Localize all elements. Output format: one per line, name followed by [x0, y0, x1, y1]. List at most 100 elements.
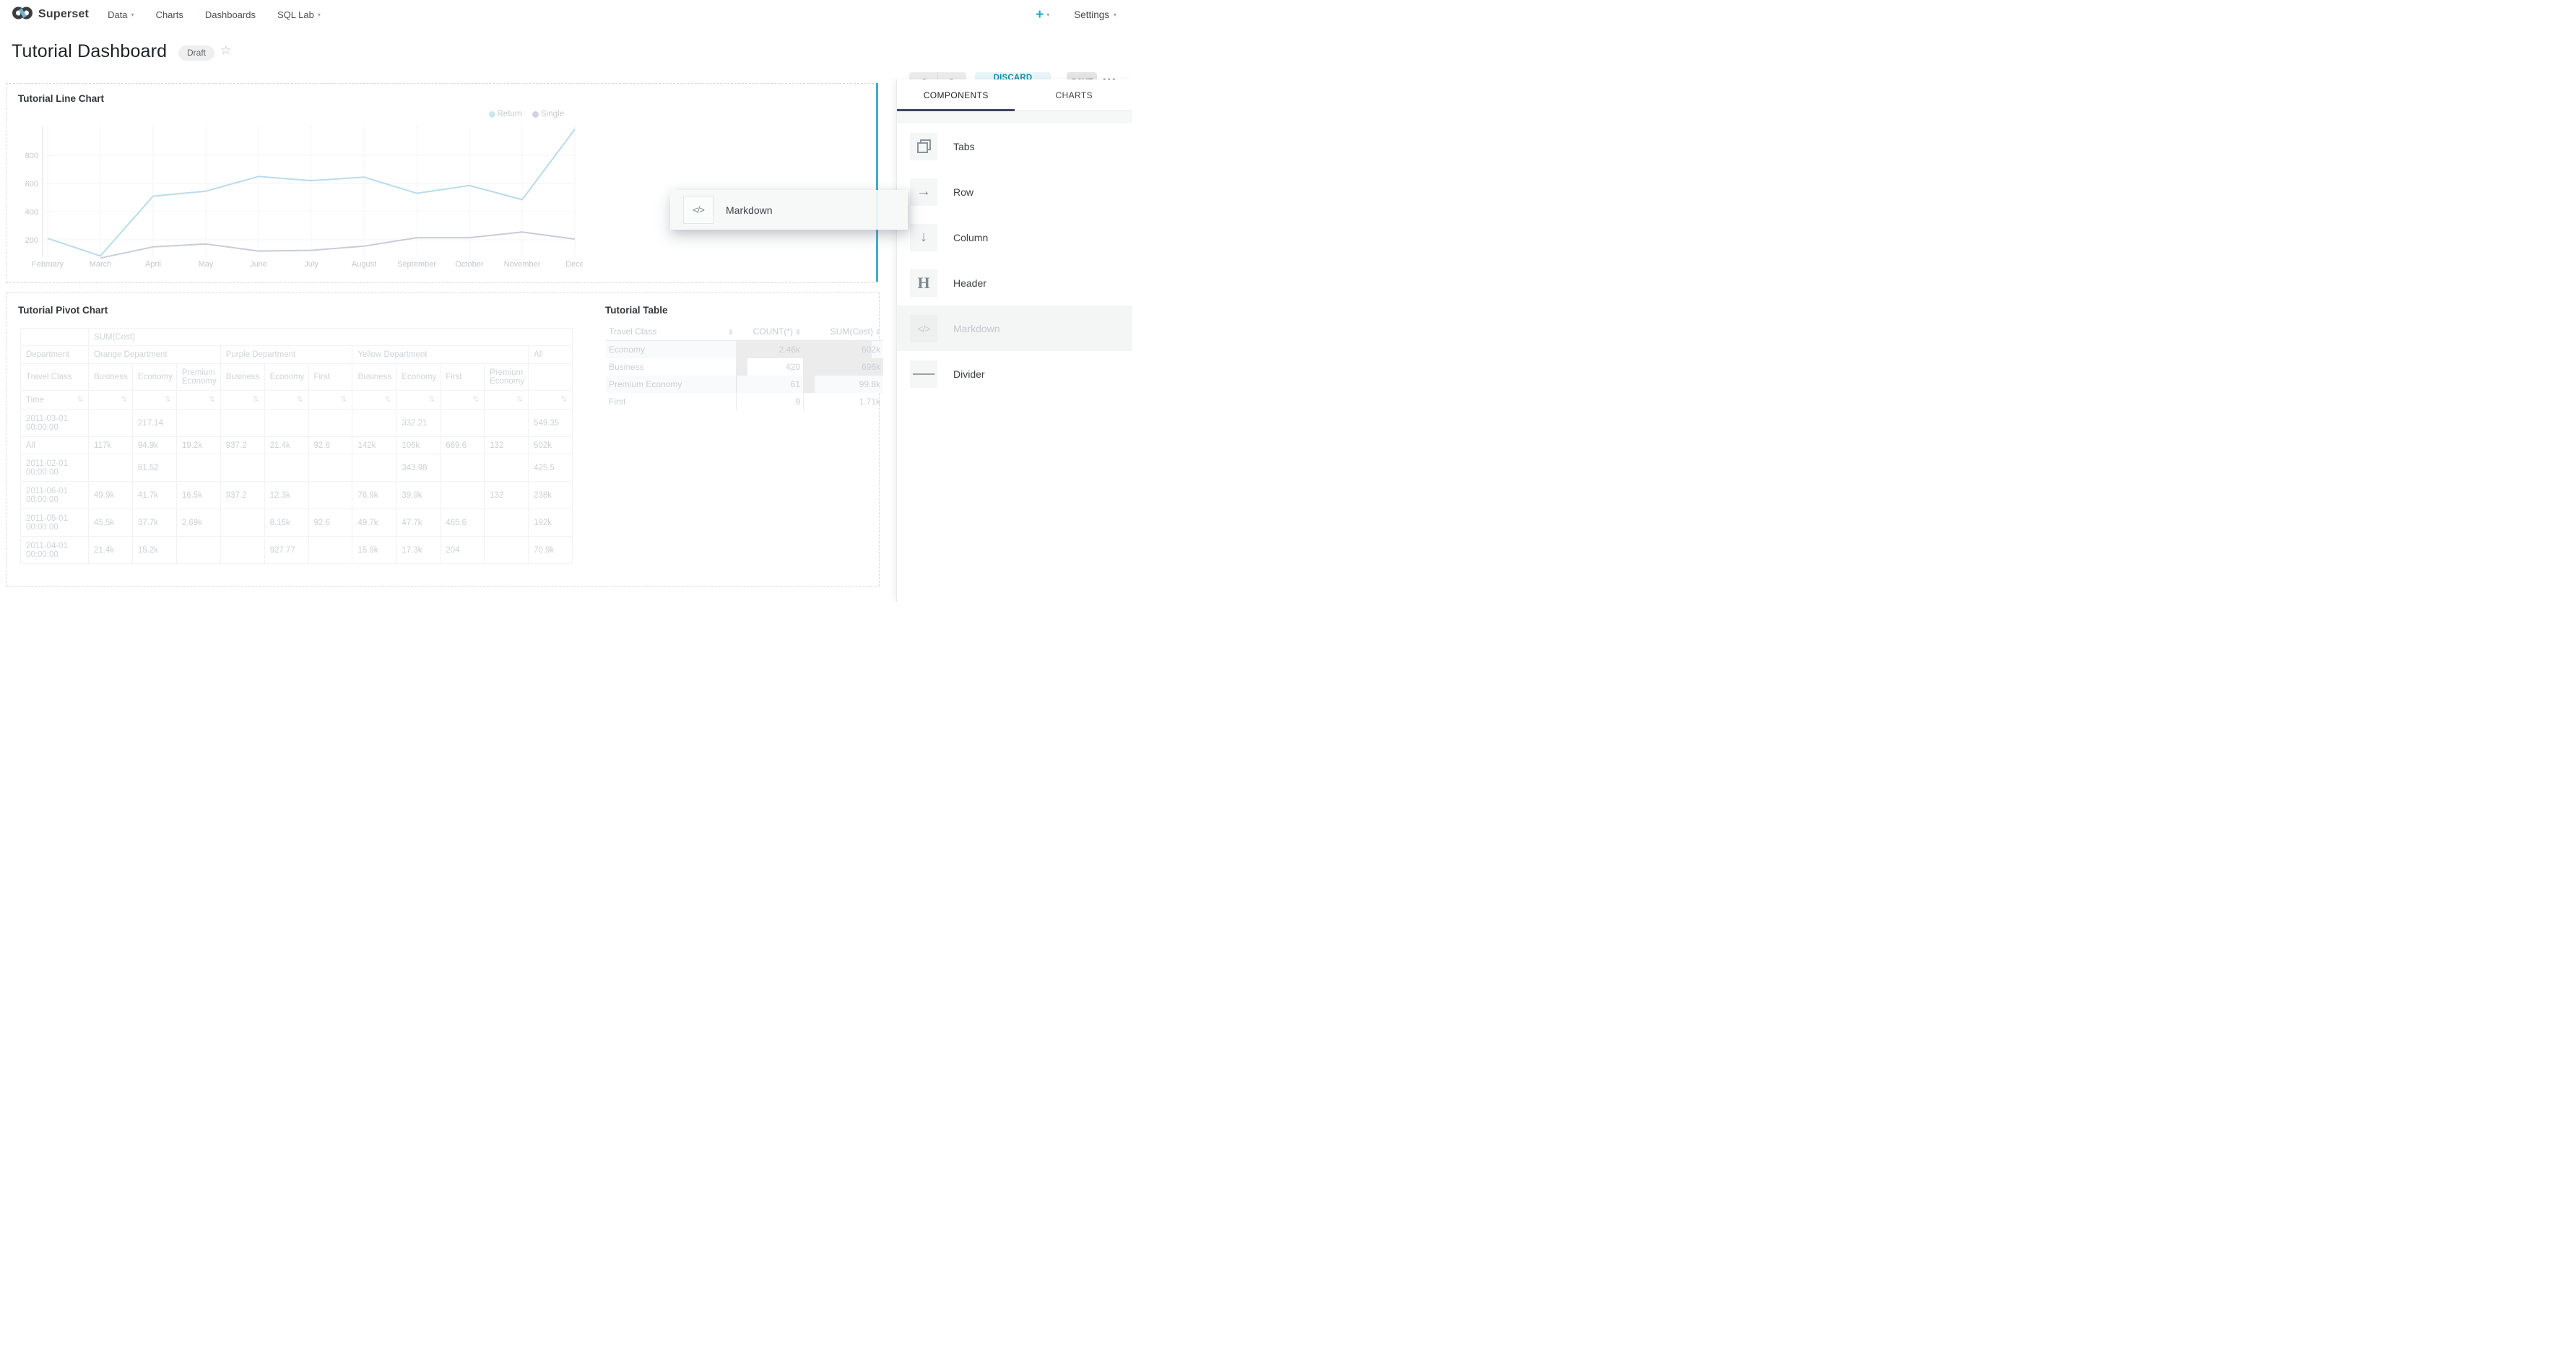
settings-menu[interactable]: Settings ▾: [1074, 9, 1116, 20]
sort-icon[interactable]: ⇅: [396, 391, 441, 410]
dashboard-header: Tutorial Dashboard Draft ☆ ↶ ↷ DISCARD C…: [0, 29, 1132, 79]
nav-item-dashboards[interactable]: Dashboards: [205, 9, 256, 20]
pivot-cell: 19.2k: [176, 437, 220, 454]
status-badge: Draft: [178, 46, 214, 61]
svg-text:November: November: [504, 260, 541, 269]
pivot-data-row: 2011-05-01 00:00:0045.5k37.7k2.69k8.16k9…: [21, 509, 573, 537]
legend-dot: [532, 111, 539, 118]
component-item-markdown[interactable]: </>Markdown: [897, 306, 1132, 351]
sort-icon[interactable]: ⇅: [220, 391, 264, 410]
sort-icon[interactable]: ⇅: [89, 391, 133, 410]
svg-text:200: 200: [25, 236, 38, 245]
sort-icon[interactable]: ⇅: [176, 391, 220, 410]
cell-value: 99.8k: [859, 379, 880, 389]
pivot-cell: 92.6: [308, 509, 352, 537]
table-cell: 99.8k: [803, 376, 883, 393]
pivot-cell: 2011-04-01 00:00:00: [21, 537, 89, 564]
square: [917, 142, 928, 153]
component-item-tabs[interactable]: Tabs: [897, 124, 1132, 169]
column-header-travel-class[interactable]: Travel Class: [606, 323, 736, 341]
infinity-logo-icon: [12, 6, 33, 24]
sort-up-icon: [796, 329, 800, 332]
pivot-data-row: 2011-02-01 00:00:0081.52343.98425.5: [21, 454, 573, 482]
pivot-cell: 2011-03-01 00:00:00: [21, 410, 89, 437]
new-item-button[interactable]: + ▾: [1036, 8, 1049, 22]
svg-text:September: September: [397, 260, 436, 269]
pivot-cell: Purple Department: [220, 346, 352, 364]
favorite-star-icon[interactable]: ☆: [220, 43, 231, 58]
pivot-cell: Business: [89, 364, 133, 391]
nav-items: Data▾ Charts Dashboards SQL Lab▾: [108, 9, 321, 20]
nav-item-data[interactable]: Data▾: [108, 9, 134, 20]
svg-text:March: March: [90, 260, 112, 269]
component-item-header[interactable]: H Header: [897, 260, 1132, 306]
time-label: Time: [26, 396, 44, 404]
sort-icon[interactable]: ⇅: [529, 391, 573, 410]
svg-text:July: July: [304, 260, 318, 269]
pivot-cell: 132: [485, 482, 529, 509]
header-h-glyph: H: [917, 274, 929, 293]
cell-value: Premium Economy: [609, 379, 682, 389]
cell-bar: [736, 358, 747, 376]
nav-item-charts[interactable]: Charts: [156, 9, 183, 20]
pivot-cell: First: [308, 364, 352, 391]
pivot-cell: 16.5k: [176, 482, 220, 509]
column-header-count-[interactable]: COUNT(*): [736, 323, 803, 341]
pivot-cell: [220, 454, 264, 482]
pivot-data-row: 2011-06-01 00:00:0049.9k41.7k16.5k937.21…: [21, 482, 573, 509]
code-icon: </>: [683, 196, 714, 224]
sort-up-icon: [876, 329, 880, 332]
pivot-cell: [441, 482, 485, 509]
column-header-sum-cost-[interactable]: SUM(Cost): [803, 323, 883, 341]
sort-icon[interactable]: ⇅: [352, 391, 396, 410]
pivot-cell: 549.35: [529, 410, 573, 437]
pivot-cell: [308, 454, 352, 482]
pivot-cell: All: [21, 437, 89, 454]
pivot-cell: 192k: [529, 509, 573, 537]
legend-item-return[interactable]: Return: [489, 110, 523, 118]
pivot-cell: [176, 410, 220, 437]
component-item-column[interactable]: ↓Column: [897, 215, 1132, 260]
column-header-label: SUM(Cost): [831, 326, 873, 337]
active-tab-underline: [897, 109, 1015, 111]
pivot-cell: [485, 454, 529, 482]
pivot-cell: [308, 537, 352, 564]
pivot-cell: [21, 329, 89, 346]
arrow-right-icon: →: [910, 178, 937, 206]
component-item-row[interactable]: →Row: [897, 169, 1132, 215]
pivot-cell: Premium Economy: [176, 364, 220, 391]
component-item-divider[interactable]: Divider: [897, 351, 1132, 397]
sort-icon[interactable]: ⇅: [441, 391, 485, 410]
legend-item-single[interactable]: Single: [532, 110, 564, 118]
cell-value: 2.46k: [779, 345, 800, 355]
pivot-cell: [176, 454, 220, 482]
pivot-cell: 238k: [529, 482, 573, 509]
superset-logo[interactable]: Superset: [12, 6, 89, 24]
navbar-right: + ▾ Settings ▾: [1036, 8, 1116, 22]
pivot-cell: 425.5: [529, 454, 573, 482]
pivot-cell: [220, 537, 264, 564]
pivot-cell: 49.9k: [89, 482, 133, 509]
svg-text:600: 600: [25, 180, 38, 189]
nav-item-sql-lab[interactable]: SQL Lab▾: [277, 9, 321, 20]
pivot-cell: 465.6: [441, 509, 485, 537]
pivot-cell: [308, 410, 352, 437]
tab-charts[interactable]: CHARTS: [1015, 79, 1133, 111]
time-header[interactable]: Time⇅: [26, 396, 83, 404]
pivot-cell: 47.7k: [396, 509, 441, 537]
sort-icon[interactable]: ⇅: [264, 391, 308, 410]
sort-icon[interactable]: ⇅: [308, 391, 352, 410]
pivot-cell: 204: [441, 537, 485, 564]
pivot-cell: [529, 364, 573, 391]
pivot-table: SUM(Cost)DepartmentOrange DepartmentPurp…: [20, 328, 573, 564]
drop-indicator-line: [876, 83, 878, 282]
component-item-label: Header: [953, 277, 986, 289]
sort-icon[interactable]: ⇅: [132, 391, 176, 410]
table-cell: 602k: [803, 341, 883, 359]
page-title[interactable]: Tutorial Dashboard: [12, 41, 167, 62]
sort-icon[interactable]: ⇅: [485, 391, 529, 410]
tab-components[interactable]: COMPONENTS: [897, 79, 1015, 111]
cell-value: 602k: [862, 345, 880, 355]
pivot-cell: [220, 410, 264, 437]
chart-title: Tutorial Table: [605, 305, 668, 316]
